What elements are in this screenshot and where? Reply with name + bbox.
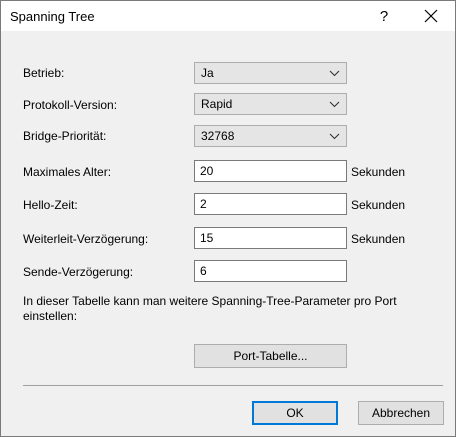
- betrieb-value: Ja: [201, 66, 214, 80]
- hello-label: Hello-Zeit:: [23, 198, 78, 212]
- max-alter-input[interactable]: 20: [194, 160, 347, 182]
- hello-value: 2: [200, 197, 207, 211]
- sende-label: Sende-Verzögerung:: [23, 265, 134, 279]
- protokoll-value: Rapid: [201, 97, 233, 111]
- prioritaet-select[interactable]: 32768: [194, 125, 347, 147]
- cancel-button[interactable]: Abbrechen: [358, 401, 444, 425]
- betrieb-label: Betrieb:: [23, 66, 65, 80]
- max-alter-unit: Sekunden: [351, 165, 406, 179]
- weiterleit-unit: Sekunden: [351, 232, 406, 246]
- protokoll-select[interactable]: Rapid: [194, 93, 347, 115]
- spanning-tree-dialog: Spanning Tree ? Betrieb: Ja Protokoll-Ve…: [0, 0, 456, 437]
- info-text: In dieser Tabelle kann man weitere Spann…: [23, 294, 397, 323]
- betrieb-select[interactable]: Ja: [194, 62, 347, 84]
- port-table-button[interactable]: Port-Tabelle...: [194, 344, 347, 368]
- weiterleit-label: Weiterleit-Verzögerung:: [23, 232, 149, 246]
- sende-value: 6: [200, 264, 207, 278]
- ok-button[interactable]: OK: [252, 401, 338, 425]
- prioritaet-label: Bridge-Priorität:: [23, 129, 107, 143]
- close-icon: [424, 9, 438, 23]
- weiterleit-value: 15: [200, 231, 214, 245]
- sende-input[interactable]: 6: [194, 260, 347, 282]
- title-bar: Spanning Tree ?: [1, 1, 455, 31]
- protokoll-label: Protokoll-Version:: [23, 98, 118, 112]
- chevron-down-icon: [329, 70, 340, 77]
- chevron-down-icon: [329, 133, 340, 140]
- max-alter-value: 20: [200, 164, 214, 178]
- help-button[interactable]: ?: [361, 1, 407, 31]
- prioritaet-value: 32768: [201, 129, 235, 143]
- hello-unit: Sekunden: [351, 198, 406, 212]
- dialog-title: Spanning Tree: [10, 9, 95, 24]
- chevron-down-icon: [329, 101, 340, 108]
- close-button[interactable]: [407, 1, 455, 31]
- max-alter-label: Maximales Alter:: [23, 165, 112, 179]
- hello-input[interactable]: 2: [194, 193, 347, 215]
- weiterleit-input[interactable]: 15: [194, 227, 347, 249]
- divider: [23, 385, 443, 386]
